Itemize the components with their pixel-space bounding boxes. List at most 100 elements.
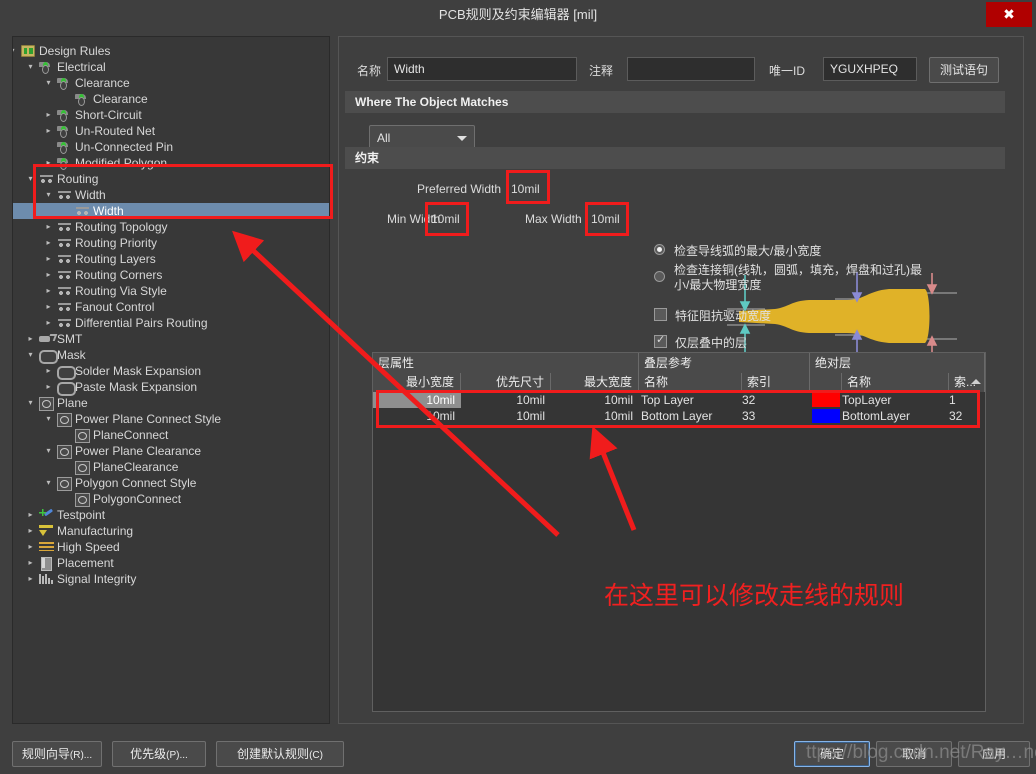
tree-collapse-icon[interactable]: ▾ (43, 75, 54, 91)
tree-item-signal-integrity[interactable]: ▸ Signal Integrity (13, 571, 329, 587)
table-column-color[interactable] (810, 373, 842, 392)
tree-collapse-icon[interactable]: ▾ (13, 43, 18, 59)
tree-expand-icon[interactable]: ▸ (25, 507, 36, 523)
tree-item-differential-pairs-routing[interactable]: ▸ Differential Pairs Routing (13, 315, 329, 331)
cell-stackup-name[interactable]: Bottom Layer (641, 408, 741, 424)
cell-stackup-name[interactable]: Top Layer (641, 392, 741, 408)
tree-expand-icon[interactable]: ▸ (43, 363, 54, 379)
test-query-button[interactable]: 测试语句 (929, 57, 999, 83)
table-column-stack-index[interactable]: 索引 (742, 373, 810, 392)
close-icon[interactable]: ✖ (986, 2, 1032, 27)
table-column-min-width[interactable]: 最小宽度 (373, 373, 461, 392)
name-input[interactable]: Width (387, 57, 577, 81)
cell-stackup-index[interactable]: 32 (742, 392, 802, 408)
tree-collapse-icon[interactable]: ▾ (25, 59, 36, 75)
tree-expand-icon[interactable]: ▸ (25, 571, 36, 587)
tree-item-routing-priority[interactable]: ▸ Routing Priority (13, 235, 329, 251)
tree-item-manufacturing[interactable]: ▸ Manufacturing (13, 523, 329, 539)
tree-expand-icon[interactable]: ▸ (25, 523, 36, 539)
tree-expand-icon[interactable]: ▸ (43, 251, 54, 267)
tree-item-placement[interactable]: ▸ Placement (13, 555, 329, 571)
tree-expand-icon[interactable]: ▸ (43, 107, 54, 123)
cell-min-width[interactable]: 10mil (373, 408, 461, 424)
cell-preferred-size[interactable]: 10mil (461, 408, 551, 424)
cell-absolute-name[interactable]: TopLayer (842, 392, 947, 408)
tree-item-short-circuit[interactable]: ▸ Short-Circuit (13, 107, 329, 123)
tree-collapse-icon[interactable]: ▾ (43, 187, 54, 203)
rule-wizard-button[interactable]: 规则向导(R)... (12, 741, 102, 767)
unique-id-input[interactable]: YGUXHPEQ (823, 57, 917, 81)
tree-item-routing-topology[interactable]: ▸ Routing Topology (13, 219, 329, 235)
cell-min-width[interactable]: 10mil (373, 392, 461, 408)
cell-max-width[interactable]: 10mil (551, 408, 639, 424)
tree-expand-icon[interactable]: ▸ (43, 123, 54, 139)
tree-item-testpoint[interactable]: ▸ Testpoint (13, 507, 329, 523)
tree-item-planeclearance[interactable]: PlaneClearance (13, 459, 329, 475)
tree-expand-icon[interactable]: ▸ (43, 283, 54, 299)
tree-item-routing-corners[interactable]: ▸ Routing Corners (13, 267, 329, 283)
radio-check-arc-width[interactable]: 检查导线弧的最大/最小宽度 (654, 242, 999, 259)
checkbox-impedance-driven-width[interactable]: 特征阻抗驱动宽度 (654, 307, 771, 324)
tree-item-width[interactable]: Width (13, 203, 329, 219)
scope-dropdown[interactable]: All (369, 125, 475, 149)
tree-item-power-plane-connect-style[interactable]: ▾ Power Plane Connect Style (13, 411, 329, 427)
cancel-button[interactable]: 取消 (876, 741, 952, 767)
cell-absolute-index[interactable]: 32 (949, 408, 985, 424)
cell-max-width[interactable]: 10mil (551, 392, 639, 408)
tree-expand-icon[interactable]: ▸ (43, 299, 54, 315)
tree-item-power-plane-clearance[interactable]: ▾ Power Plane Clearance (13, 443, 329, 459)
comment-input[interactable] (627, 57, 755, 81)
tree-item-un-connected-pin[interactable]: Un-Connected Pin (13, 139, 329, 155)
tree-expand-icon[interactable]: ▸ (43, 379, 54, 395)
tree-expand-icon[interactable]: ▸ (25, 539, 36, 555)
min-width-value[interactable]: 10mil (431, 212, 460, 226)
tree-expand-icon[interactable]: ▸ (43, 235, 54, 251)
tree-item-routing-via-style[interactable]: ▸ Routing Via Style (13, 283, 329, 299)
checkbox-layers-in-stackup-only[interactable]: 仅层叠中的层 (654, 333, 747, 351)
table-row[interactable]: 10mil 10mil 10mil Bottom Layer 33 BottomLayer… (373, 408, 985, 424)
tree-collapse-icon[interactable]: ▾ (25, 395, 36, 411)
tree-collapse-icon[interactable]: ▾ (43, 443, 54, 459)
tree-expand-icon[interactable]: ▸ (25, 331, 36, 347)
cell-absolute-index[interactable]: 1 (949, 392, 985, 408)
tree-item-modified-polygon[interactable]: ▸ Modified Polygon (13, 155, 329, 171)
tree-item-electrical[interactable]: ▾ Electrical (13, 59, 329, 75)
tree-item-width[interactable]: ▾ Width (13, 187, 329, 203)
tree-item-paste-mask-expansion[interactable]: ▸ Paste Mask Expansion (13, 379, 329, 396)
table-row[interactable]: 10mil 10mil 10mil Top Layer 32 TopLayer 1 (373, 392, 985, 408)
tree-item-polygonconnect[interactable]: PolygonConnect (13, 491, 329, 507)
tree-collapse-icon[interactable]: ▾ (25, 171, 36, 187)
cell-absolute-name[interactable]: BottomLayer (842, 408, 947, 424)
tree-item-un-routed-net[interactable]: ▸ Un-Routed Net (13, 123, 329, 139)
tree-collapse-icon[interactable]: ▾ (25, 347, 36, 363)
table-column-preferred[interactable]: 优先尺寸 (461, 373, 551, 392)
tree-collapse-icon[interactable]: ▾ (43, 475, 54, 491)
tree-collapse-icon[interactable]: ▾ (43, 411, 54, 427)
tree-expand-icon[interactable]: ▸ (43, 267, 54, 283)
tree-item-planeconnect[interactable]: PlaneConnect (13, 427, 329, 443)
tree-item-mask[interactable]: ▾ Mask (13, 347, 329, 364)
tree-item-clearance[interactable]: ▾ Clearance (13, 75, 329, 91)
ok-button[interactable]: 确定 (794, 741, 870, 767)
tree-item-routing-layers[interactable]: ▸ Routing Layers (13, 251, 329, 267)
tree-item-design-rules[interactable]: ▾ Design Rules (13, 43, 329, 59)
cell-preferred-size[interactable]: 10mil (461, 392, 551, 408)
tree-expand-icon[interactable]: ▸ (43, 315, 54, 331)
cell-stackup-index[interactable]: 33 (742, 408, 802, 424)
radio-check-physical-width[interactable]: 检查连接铜(线轨，圆弧，填充，焊盘和过孔)最 小/最大物理宽度 (654, 263, 1004, 293)
layer-rules-table[interactable]: 层属性 叠层参考 绝对层 最小宽度 优先尺寸 最大宽度 名称 索引 名称 索..… (372, 352, 986, 712)
apply-button[interactable]: 应用 (958, 741, 1030, 767)
tree-item-routing[interactable]: ▾ Routing (13, 171, 329, 187)
tree-item-fanout-control[interactable]: ▸ Fanout Control (13, 299, 329, 315)
create-default-rules-button[interactable]: 创建默认规则(C) (216, 741, 344, 767)
tree-item-smt[interactable]: ▸ SMT (13, 331, 329, 347)
tree-item-plane[interactable]: ▾ Plane (13, 395, 329, 411)
preferred-width-value[interactable]: 10mil (511, 182, 540, 196)
tree-item-solder-mask-expansion[interactable]: ▸ Solder Mask Expansion (13, 363, 329, 380)
tree-item-polygon-connect-style[interactable]: ▾ Polygon Connect Style (13, 475, 329, 491)
tree-item-high-speed[interactable]: ▸ High Speed (13, 539, 329, 555)
tree-expand-icon[interactable]: ▸ (25, 555, 36, 571)
max-width-value[interactable]: 10mil (591, 212, 620, 226)
priority-button[interactable]: 优先级(P)... (112, 741, 206, 767)
table-column-max-width[interactable]: 最大宽度 (551, 373, 639, 392)
